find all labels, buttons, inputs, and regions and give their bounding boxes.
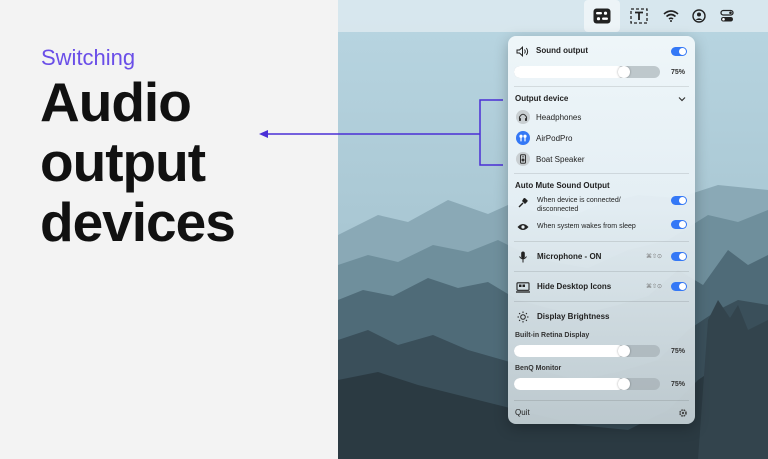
sound-output-toggle[interactable] [671,47,687,56]
promo-kicker: Switching [41,45,136,70]
display-brightness-header: Display Brightness [537,312,610,321]
hide-desktop-icons-toggle[interactable] [671,282,687,291]
headline-line-2: output [40,131,206,193]
display-name-builtin: Built-in Retina Display [515,332,590,339]
headline-line-1: Audio [40,71,192,133]
divider [514,271,689,272]
speaker-volume-icon [516,45,530,57]
divider [514,173,689,174]
auto-mute-wake-toggle[interactable] [671,220,687,229]
microphone-shortcut: ⌘⇧⊙ [646,254,663,260]
builtin-brightness-slider[interactable] [514,345,660,357]
display-name-benq: BenQ Monitor [515,365,562,372]
desktop-icons-icon [515,280,531,294]
speaker-icon [516,152,530,166]
device-name: Headphones [536,113,582,122]
text-capture-icon[interactable] [627,4,651,28]
microphone-toggle[interactable] [671,252,687,261]
benq-brightness-slider[interactable] [514,378,660,390]
slider-knob[interactable] [618,345,630,357]
device-item-boat-speaker[interactable]: Boat Speaker [508,151,695,167]
wifi-icon[interactable] [659,4,683,28]
volume-slider[interactable] [514,66,660,78]
divider [514,301,689,302]
control-center-icon[interactable] [715,4,739,28]
headline-line-3: devices [40,191,236,253]
auto-mute-device-line-1: When device is connected/ [537,197,621,204]
device-name: AirPodPro [536,134,573,143]
microphone-icon [516,250,530,264]
slider-knob[interactable] [618,378,630,390]
eye-icon [516,221,530,233]
divider [514,86,689,87]
divider [514,400,689,401]
sound-control-popover: Sound output 75% Output device Headphone… [508,36,695,424]
chevron-down-icon[interactable] [677,94,687,104]
device-item-airpodpro[interactable]: AirPodPro [508,130,695,146]
sound-output-label: Sound output [536,46,588,55]
volume-percent: 75% [671,69,686,76]
promo-headline: Audio output devices [40,71,236,253]
gear-icon[interactable] [677,407,688,418]
auto-mute-wake-label: When system wakes from sleep [537,223,636,230]
quit-button[interactable]: Quit [515,408,530,417]
auto-mute-device-toggle[interactable] [671,196,687,205]
hide-desktop-icons-shortcut: ⌘⇧⊙ [646,284,663,290]
sun-brightness-icon [516,310,530,324]
promo-panel: Switching Audio output devices [0,0,338,459]
benq-brightness-percent: 75% [671,381,686,388]
device-item-headphones[interactable]: Headphones [508,109,695,125]
hide-desktop-icons-label: Hide Desktop Icons [537,282,612,291]
microphone-label: Microphone - ON [537,252,602,261]
output-device-header: Output device [515,94,569,103]
auto-mute-device-label: When device is connected/ disconnected [537,196,621,214]
headphones-icon [516,110,530,124]
volume-slider-knob[interactable] [618,66,630,78]
device-name: Boat Speaker [536,155,585,164]
auto-mute-header: Auto Mute Sound Output [515,181,610,190]
auto-mute-device-line-2: disconnected [537,206,579,213]
slider-fill [514,378,624,390]
builtin-brightness-percent: 75% [671,348,686,355]
slider-fill [514,345,624,357]
airpods-icon [516,131,530,145]
plug-icon [516,196,530,210]
divider [514,241,689,242]
user-account-icon[interactable] [687,4,711,28]
volume-slider-fill [514,66,624,78]
control-panel-icon[interactable] [590,4,614,28]
